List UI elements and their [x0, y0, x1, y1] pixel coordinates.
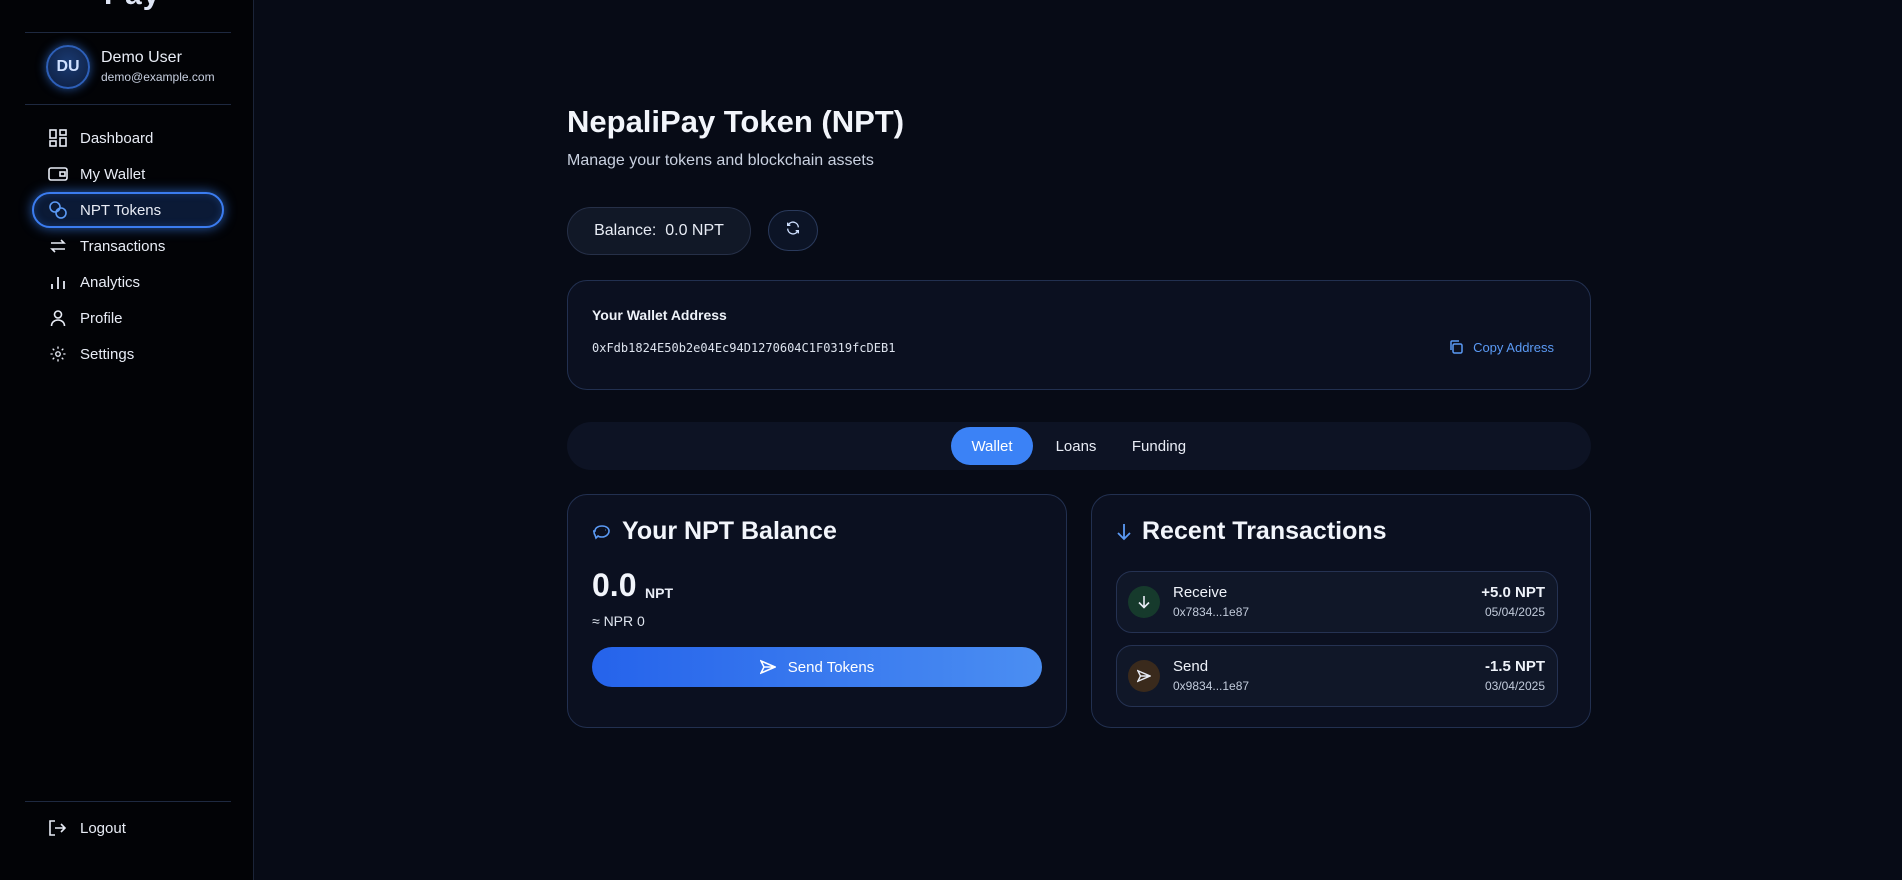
sidebar-item-analytics[interactable]: Analytics	[32, 264, 224, 300]
sidebar-item-settings[interactable]: Settings	[32, 336, 224, 372]
token-tabs: Wallet Loans Funding	[567, 422, 1591, 470]
arrow-down-icon	[1116, 523, 1132, 541]
user-icon	[48, 308, 68, 328]
copy-icon	[1448, 339, 1464, 355]
logout-icon	[48, 818, 68, 838]
sidebar-item-label: Profile	[80, 309, 123, 327]
transaction-type: Receive	[1173, 584, 1228, 601]
bar-chart-icon	[48, 272, 68, 292]
transaction-row[interactable]: Send 0x9834...1e87 -1.5 NPT 03/04/2025	[1116, 645, 1558, 707]
balance-label: Balance:	[594, 222, 657, 239]
refresh-button[interactable]	[768, 210, 818, 251]
npt-balance-card: Your NPT Balance 0.0 NPT ≈ NPR 0 Send To…	[567, 494, 1067, 728]
send-icon	[1128, 660, 1160, 692]
send-tokens-button[interactable]: Send Tokens	[592, 647, 1042, 687]
sidebar-nav: Dashboard My Wallet NPT Tokens Transacti…	[32, 120, 224, 372]
tab-funding[interactable]: Funding	[1123, 427, 1195, 465]
piggy-bank-icon	[592, 523, 612, 541]
sidebar-item-label: My Wallet	[80, 165, 146, 183]
sidebar-item-transactions[interactable]: Transactions	[32, 228, 224, 264]
balance-value: 0.0 NPT	[665, 222, 724, 239]
sidebar-item-my-wallet[interactable]: My Wallet	[32, 156, 224, 192]
tab-loans[interactable]: Loans	[1045, 427, 1107, 465]
npt-balance-amount: 0.0	[592, 567, 637, 603]
sidebar-item-dashboard[interactable]: Dashboard	[32, 120, 224, 156]
sidebar: Pay DU Demo User demo@example.com Dashbo…	[0, 0, 254, 880]
avatar: DU	[46, 45, 90, 89]
user-profile[interactable]: DU Demo User demo@example.com	[46, 45, 215, 89]
sidebar-divider	[25, 32, 231, 33]
logout-button[interactable]: Logout	[48, 818, 126, 838]
sidebar-item-label: Analytics	[80, 273, 141, 291]
recent-transactions-title: Recent Transactions	[1142, 517, 1387, 545]
copy-address-label: Copy Address	[1473, 339, 1554, 355]
transaction-row[interactable]: Receive 0x7834...1e87 +5.0 NPT 05/04/202…	[1116, 571, 1558, 633]
wallet-address-card: Your Wallet Address 0xFdb1824E50b2e04Ec9…	[567, 280, 1591, 390]
transfer-icon	[48, 236, 68, 256]
wallet-address-label: Your Wallet Address	[592, 307, 727, 323]
recent-transactions-card: Recent Transactions Receive 0x7834...1e8…	[1091, 494, 1591, 728]
sidebar-divider	[25, 104, 231, 105]
sidebar-item-label: Dashboard	[80, 129, 154, 147]
transaction-type: Send	[1173, 658, 1209, 675]
tab-wallet[interactable]: Wallet	[951, 427, 1033, 465]
sidebar-item-label: NPT Tokens	[80, 201, 162, 219]
user-email: demo@example.com	[101, 70, 215, 84]
coins-icon	[48, 200, 68, 220]
transaction-amount: -1.5 NPT	[1484, 658, 1545, 675]
transaction-date: 05/04/2025	[1484, 605, 1545, 619]
transaction-address: 0x7834...1e87	[1173, 605, 1250, 619]
page-title: NepaliPay Token (NPT)	[567, 104, 905, 139]
user-name: Demo User	[101, 49, 182, 66]
npr-equivalent: ≈ NPR 0	[592, 613, 645, 629]
sidebar-item-profile[interactable]: Profile	[32, 300, 224, 336]
brand-logo-fragment[interactable]: Pay	[104, 0, 160, 12]
dashboard-icon	[48, 128, 68, 148]
npt-balance-title: Your NPT Balance	[622, 517, 837, 545]
send-icon	[759, 659, 776, 675]
sidebar-item-npt-tokens[interactable]: NPT Tokens	[32, 192, 224, 228]
transaction-amount: +5.0 NPT	[1481, 584, 1545, 601]
npt-balance-unit: NPT	[645, 585, 673, 601]
transaction-date: 03/04/2025	[1484, 679, 1545, 693]
receive-icon	[1128, 586, 1160, 618]
logout-label: Logout	[80, 819, 126, 837]
balance-badge: Balance: 0.0 NPT	[567, 207, 751, 255]
transaction-address: 0x9834...1e87	[1173, 679, 1250, 693]
refresh-icon	[785, 220, 801, 241]
sidebar-item-label: Transactions	[80, 237, 166, 255]
gear-icon	[48, 344, 68, 364]
wallet-icon	[48, 164, 68, 184]
wallet-address-value[interactable]: 0xFdb1824E50b2e04Ec94D1270604C1F0319fcDE…	[592, 341, 895, 355]
sidebar-divider	[25, 801, 231, 802]
copy-address-button[interactable]: Copy Address	[1448, 339, 1554, 355]
send-tokens-label: Send Tokens	[787, 658, 875, 676]
page-subtitle: Manage your tokens and blockchain assets	[567, 152, 874, 169]
sidebar-item-label: Settings	[80, 345, 135, 363]
